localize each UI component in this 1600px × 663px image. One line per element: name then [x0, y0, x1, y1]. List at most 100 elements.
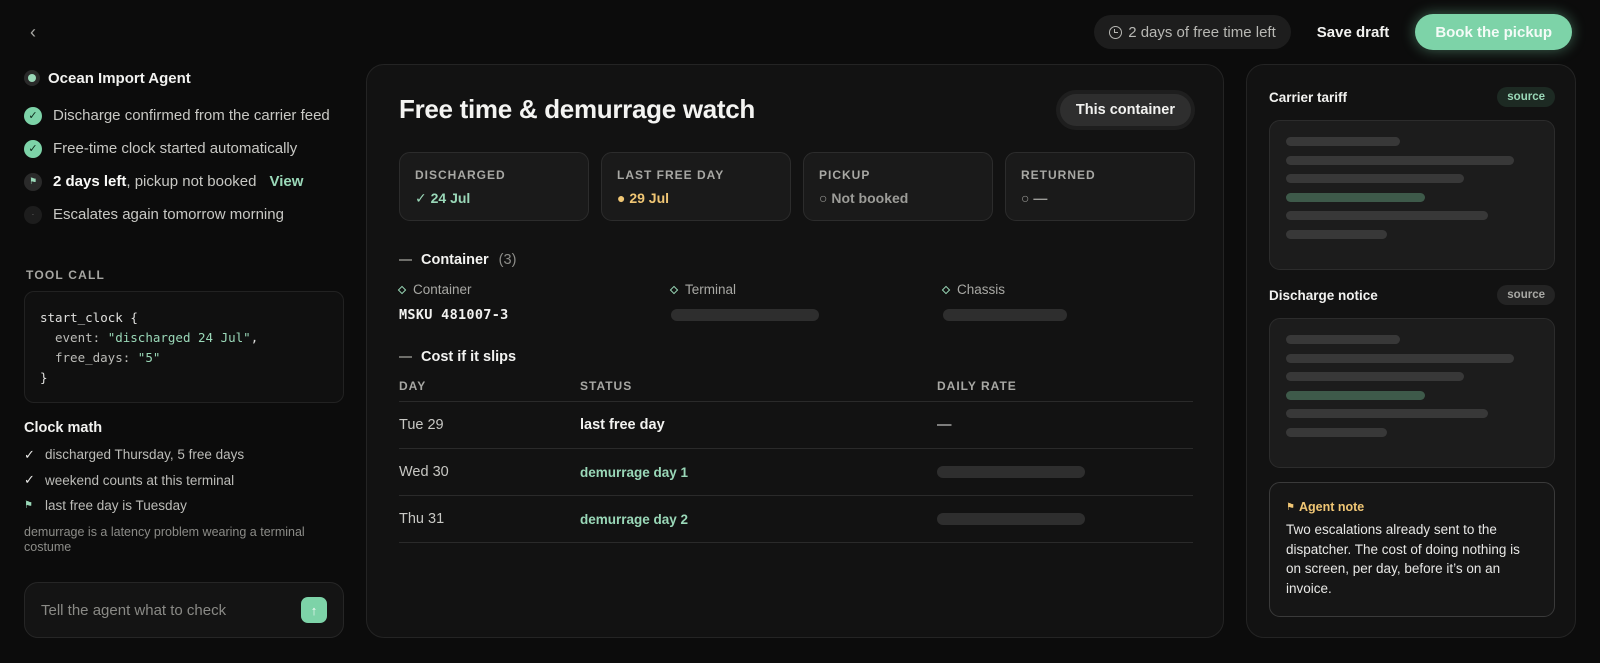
source-title: Carrier tariff — [1269, 89, 1348, 105]
field-label: Container — [413, 282, 472, 297]
cell-rate — [937, 513, 1193, 525]
cell-day: Thu 31 — [399, 511, 445, 527]
agent-note: ⚑ Agent note Two escalations already sen… — [1269, 482, 1555, 617]
step-bold: 2 days left — [53, 173, 127, 190]
stat-value: ● 29 Jul — [617, 190, 670, 206]
step-text: Discharge confirmed from the carrier fee… — [53, 107, 330, 124]
flag-icon: ⚑ — [1286, 501, 1295, 513]
code-key: event: — [55, 330, 101, 345]
clock-math-note: demurrage is a latency problem wearing a… — [24, 524, 305, 554]
cell-rate: — — [937, 417, 952, 433]
dash-icon — [399, 259, 412, 261]
skeleton-line — [1286, 211, 1488, 220]
diamond-icon — [669, 285, 679, 294]
table-row: Tue 29 last free day — — [399, 402, 1193, 449]
agent-note-label: Agent note — [1298, 500, 1365, 514]
discharge-header: Discharge notice source — [1269, 285, 1555, 305]
step-item: ⚑ 2 days left, pickup not booked View — [24, 165, 344, 198]
free-time-pill: 2 days of free time left — [1094, 15, 1291, 49]
step-text: Free-time clock started automatically — [53, 140, 298, 157]
check-icon: ✓ — [24, 106, 42, 125]
stat-value: ○ Not booked — [819, 190, 909, 206]
field-label-row: Container — [397, 282, 671, 297]
skeleton-line — [1286, 335, 1400, 344]
skeleton-line — [1286, 353, 1514, 363]
source-badge[interactable]: source — [1497, 87, 1555, 107]
sources-panel: Carrier tariff source Discharge notice s… — [1246, 64, 1576, 638]
topbar-actions: 2 days of free time left Save draft Book… — [1094, 14, 1572, 50]
dash-icon — [399, 356, 412, 358]
field-label-row: Chassis — [941, 282, 1215, 297]
agent-name: Ocean Import Agent — [48, 69, 191, 87]
save-draft-button[interactable]: Save draft — [1305, 24, 1402, 41]
math-item: ⚑ last free day is Tuesday — [24, 493, 344, 519]
skeleton-line — [1286, 229, 1387, 239]
step-text: Escalates again tomorrow morning — [53, 206, 284, 223]
step-item: ✓ Discharge confirmed from the carrier f… — [24, 99, 344, 132]
cell-day: Wed 30 — [399, 464, 449, 480]
terminal-skeleton — [671, 309, 819, 321]
flag-icon: ⚑ — [24, 500, 33, 512]
book-pickup-button[interactable]: Book the pickup — [1415, 14, 1572, 50]
back-button[interactable]: ‹ — [22, 20, 44, 44]
chassis-skeleton — [943, 309, 1067, 321]
send-button[interactable]: ↑ — [301, 597, 327, 623]
skeleton-line — [1286, 174, 1464, 183]
skeleton-line-highlight — [1286, 390, 1425, 400]
skeleton-line — [1286, 137, 1400, 146]
tariff-preview[interactable] — [1269, 120, 1555, 270]
flag-icon: ⚑ — [24, 172, 42, 191]
agent-note-body: Two escalations already sent to the disp… — [1286, 522, 1520, 596]
view-link[interactable]: View — [269, 173, 303, 190]
arrow-up-icon: ↑ — [310, 602, 318, 618]
cell-status: demurrage day 2 — [580, 511, 689, 527]
free-time-text: 2 days of free time left — [1128, 23, 1276, 41]
section-title: Cost if it slips — [421, 349, 517, 365]
rate-skeleton — [937, 466, 1085, 478]
field-label-row: Terminal — [669, 282, 943, 297]
stat-discharged: DISCHARGED ✓ 24 Jul — [399, 152, 589, 221]
step-item: · Escalates again tomorrow morning — [24, 198, 344, 231]
source-badge[interactable]: source — [1497, 285, 1555, 305]
container-section-header: Container (3) — [399, 252, 516, 268]
skeleton-line — [1286, 409, 1488, 418]
this-container-button[interactable]: This container — [1059, 94, 1191, 126]
tariff-header: Carrier tariff source — [1269, 87, 1555, 107]
step-text: 2 days left, pickup not booked — [53, 173, 256, 190]
diamond-icon — [397, 285, 407, 294]
discharge-preview[interactable] — [1269, 318, 1555, 468]
stat-label: LAST FREE DAY — [617, 168, 725, 182]
tool-call-label: TOOL CALL — [26, 268, 106, 282]
math-item: ✓ weekend counts at this terminal — [24, 468, 344, 494]
field-container: Container MSKU 481007-3 — [397, 282, 671, 323]
field-label: Terminal — [685, 282, 737, 297]
stat-last-free-day: LAST FREE DAY ● 29 Jul — [601, 152, 791, 221]
source-title: Discharge notice — [1269, 287, 1378, 303]
skeleton-line — [1286, 155, 1514, 165]
cost-section-header: Cost if it slips — [399, 349, 516, 365]
code-open: { — [130, 310, 138, 325]
agent-steps: ✓ Discharge confirmed from the carrier f… — [24, 99, 344, 231]
math-text: discharged Thursday, 5 free days — [45, 447, 245, 463]
ask-agent-input[interactable] — [41, 601, 281, 619]
section-title: Container — [421, 252, 489, 268]
field-label: Chassis — [957, 282, 1006, 297]
column-header: DAY — [399, 379, 427, 393]
field-chassis: Chassis — [941, 282, 1215, 323]
field-terminal: Terminal — [669, 282, 943, 323]
tool-call-code: start_clock { event: "discharged 24 Jul"… — [24, 291, 344, 403]
code-string: "discharged 24 Jul" — [107, 330, 251, 345]
section-count: (3) — [498, 252, 517, 268]
agent-header: Ocean Import Agent — [24, 66, 344, 90]
container-fields: Container MSKU 481007-3 Terminal Chassis — [397, 282, 1215, 323]
pending-dot-icon: · — [24, 205, 42, 224]
step-item: ✓ Free-time clock started automatically — [24, 132, 344, 165]
rate-skeleton — [937, 513, 1085, 525]
ask-agent-box: ↑ — [24, 582, 344, 638]
agent-sidebar: Ocean Import Agent ✓ Discharge confirmed… — [24, 66, 344, 555]
chevron-left-icon: ‹ — [30, 21, 36, 42]
demurrage-panel: Free time & demurrage watch This contain… — [366, 64, 1224, 638]
stat-returned: RETURNED ○ — — [1005, 152, 1195, 221]
code-string: "5" — [137, 350, 161, 365]
check-icon: ✓ — [24, 446, 35, 462]
